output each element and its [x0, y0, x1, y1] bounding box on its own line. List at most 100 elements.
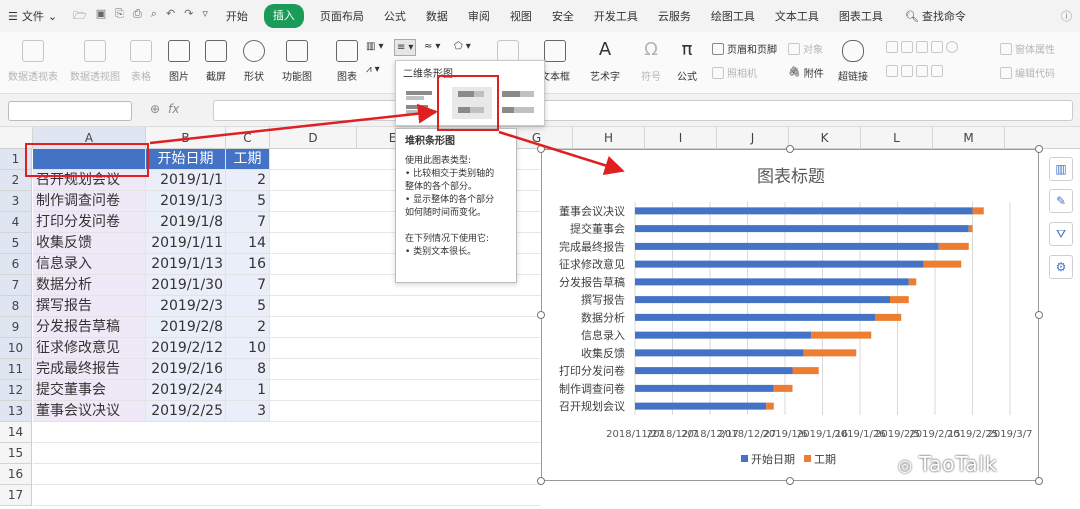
table-cell[interactable]: 7 [226, 275, 270, 296]
table-cell[interactable]: 2019/2/12 [146, 338, 226, 359]
row-header-11[interactable]: 11 [0, 359, 32, 380]
row-header-10[interactable]: 10 [0, 338, 32, 359]
table-cell[interactable]: 2019/2/16 [146, 359, 226, 380]
formula-button[interactable]: π 公式 [676, 40, 698, 84]
name-box[interactable] [8, 101, 132, 121]
row-header-17[interactable]: 17 [0, 485, 32, 506]
print-icon[interactable]: ⎙ [133, 7, 142, 26]
clustered-bar-thumbnail[interactable] [406, 91, 436, 114]
radio-control-icon[interactable] [946, 41, 958, 53]
table-cell[interactable]: 3 [226, 401, 270, 422]
table-cell[interactable]: 16 [226, 254, 270, 275]
tab-8[interactable]: 开发工具 [584, 4, 648, 28]
customize-icon[interactable]: ▿ [202, 7, 208, 26]
row-header-16[interactable]: 16 [0, 464, 32, 485]
column-header-B[interactable]: B [146, 127, 226, 149]
header-footer-button[interactable]: 页眉和页脚 [712, 41, 777, 56]
open-icon[interactable]: 🗁 [73, 7, 87, 26]
form-properties-button[interactable]: 窗体属性 [1000, 41, 1055, 56]
edit-code-button[interactable]: 编辑代码 [1000, 65, 1055, 80]
table-cell[interactable]: 2019/1/11 [146, 233, 226, 254]
table-cell[interactable]: 2019/2/24 [146, 380, 226, 401]
table-cell[interactable]: 分发报告草稿 [33, 317, 146, 338]
column-header-K[interactable]: K [789, 127, 861, 149]
chart-filter-button[interactable]: ⛛ [1049, 222, 1073, 246]
column-header-I[interactable]: I [645, 127, 717, 149]
attachment-button[interactable]: 🖇︎ 附件 [788, 65, 824, 80]
tab-9[interactable]: 云服务 [648, 4, 701, 28]
table-cell[interactable]: 2019/1/30 [146, 275, 226, 296]
tab-0[interactable]: 开始 [216, 4, 258, 28]
tab-11[interactable]: 文本工具 [765, 4, 829, 28]
table-cell[interactable]: 2019/1/8 [146, 212, 226, 233]
table-cell[interactable]: 2019/1/13 [146, 254, 226, 275]
table-cell[interactable]: 2019/2/8 [146, 317, 226, 338]
table-cell[interactable]: 制作调查问卷 [33, 191, 146, 212]
row-header-13[interactable]: 13 [0, 401, 32, 422]
groupbox-control-icon[interactable] [901, 41, 913, 53]
gantt-chart[interactable]: 图表标题 2018/11/27 2018/12/7 2018/12/17 2018/12… [541, 149, 1039, 481]
sparkline-dropdown[interactable]: ⩘ ▾ [366, 64, 380, 75]
symbol-button[interactable]: Ω 符号 [640, 40, 662, 84]
chart-elements-button[interactable]: ▥ [1049, 157, 1073, 181]
table-cell[interactable]: 2019/1/1 [146, 170, 226, 191]
table-cell[interactable]: 8 [226, 359, 270, 380]
picture-button[interactable]: 图片 [168, 40, 190, 83]
column-header-C[interactable]: C [226, 127, 270, 149]
row-header-3[interactable]: 3 [0, 191, 32, 212]
resize-handle-tr[interactable] [1035, 145, 1043, 153]
pivot-chart-button[interactable]: 数据透视图 [70, 40, 120, 83]
table-cell[interactable]: 数据分析 [33, 275, 146, 296]
tab-12[interactable]: 图表工具 [829, 4, 893, 28]
tab-1[interactable]: 插入 [263, 4, 304, 28]
table-cell[interactable]: 2 [226, 170, 270, 191]
tab-2[interactable]: 页面布局 [310, 4, 374, 28]
column-header-M[interactable]: M [933, 127, 1005, 149]
tab-4[interactable]: 数据 [416, 4, 458, 28]
resize-handle-left[interactable] [537, 311, 545, 319]
hyperlink-button[interactable]: 超链接 [838, 40, 868, 83]
file-menu[interactable]: ☰ 文件 ⌄ [0, 8, 65, 24]
checkbox-control-icon[interactable] [931, 41, 943, 53]
table-cell[interactable]: 7 [226, 212, 270, 233]
line-chart-dropdown[interactable]: ≈ ▾ [424, 41, 440, 52]
percent-stacked-bar-thumbnail[interactable] [502, 91, 534, 113]
table-cell[interactable]: 提交董事会 [33, 380, 146, 401]
table-cell[interactable]: 撰写报告 [33, 296, 146, 317]
zoom-icon[interactable]: ⊕ [150, 102, 160, 116]
preview-icon[interactable]: ⌕ [151, 7, 157, 26]
scrollbar-control-icon[interactable] [916, 65, 928, 77]
export-icon[interactable]: ⎘ [115, 7, 124, 26]
table-cell[interactable]: 完成最终报告 [33, 359, 146, 380]
row-header-7[interactable]: 7 [0, 275, 32, 296]
other-chart-dropdown[interactable]: ⬠ ▾ [454, 41, 471, 52]
table-cell[interactable]: 2019/1/3 [146, 191, 226, 212]
search-command[interactable]: 🔍︎ 查找命令 [905, 8, 966, 24]
table-button[interactable]: 表格 [130, 40, 152, 83]
function-chart-button[interactable]: 功能图 [282, 40, 312, 83]
chart-settings-button[interactable]: ⚙ [1049, 255, 1073, 279]
formula-input[interactable] [213, 100, 1073, 121]
row-header-4[interactable]: 4 [0, 212, 32, 233]
table-cell[interactable]: 5 [226, 191, 270, 212]
column-header-D[interactable]: D [270, 127, 357, 149]
button-control-icon[interactable] [916, 41, 928, 53]
table-cell[interactable]: 2 [226, 317, 270, 338]
tab-10[interactable]: 绘图工具 [701, 4, 765, 28]
row-header-9[interactable]: 9 [0, 317, 32, 338]
object-button[interactable]: 对象 [788, 41, 823, 56]
fx-icon[interactable]: fx [168, 102, 179, 116]
table-cell[interactable]: 14 [226, 233, 270, 254]
save-icon[interactable]: ▣ [96, 7, 106, 26]
column-header-L[interactable]: L [861, 127, 933, 149]
table-cell[interactable]: 5 [226, 296, 270, 317]
tab-3[interactable]: 公式 [374, 4, 416, 28]
row-header-14[interactable]: 14 [0, 422, 32, 443]
table-cell[interactable]: 收集反馈 [33, 233, 146, 254]
row-header-12[interactable]: 12 [0, 380, 32, 401]
table-header-cell[interactable]: 工期 [226, 149, 270, 170]
redo-icon[interactable]: ↷ [184, 7, 193, 26]
column-chart-dropdown[interactable]: ▥ ▾ [366, 41, 383, 52]
table-cell[interactable]: 信息录入 [33, 254, 146, 275]
table-cell[interactable]: 打印分发问卷 [33, 212, 146, 233]
